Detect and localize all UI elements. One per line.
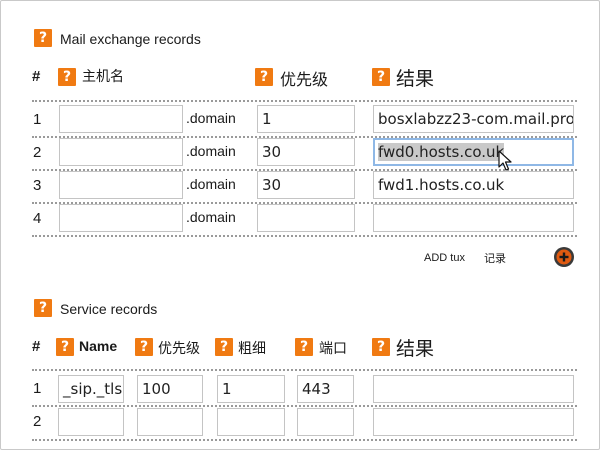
- domain-suffix: .domain: [186, 110, 236, 126]
- mx-row-number: 2: [33, 144, 42, 161]
- mx-host-input[interactable]: [59, 204, 183, 232]
- mx-col-hash: #: [32, 68, 41, 85]
- srv-weight-input[interactable]: 1: [217, 375, 285, 403]
- srv-priority-input[interactable]: [137, 408, 203, 436]
- mx-priority-input[interactable]: [257, 204, 355, 232]
- help-icon[interactable]: ?: [372, 68, 390, 86]
- srv-priority-input[interactable]: 100: [137, 375, 203, 403]
- domain-suffix: .domain: [186, 176, 236, 192]
- mx-result-input-focused[interactable]: fwd0.hosts.co.uk: [373, 138, 574, 166]
- add-record-label-cn: 记录: [484, 253, 506, 265]
- row-separator: [32, 439, 577, 441]
- row-separator: [32, 235, 577, 237]
- help-icon[interactable]: ?: [34, 299, 52, 317]
- row-separator: [32, 100, 577, 102]
- srv-port-input[interactable]: 443: [297, 375, 354, 403]
- help-icon[interactable]: ?: [215, 338, 233, 356]
- mx-result-input[interactable]: [373, 204, 574, 232]
- mx-row-number: 1: [33, 111, 42, 128]
- mx-host-input[interactable]: [59, 138, 183, 166]
- mx-col-host: 主机名: [82, 68, 124, 84]
- mx-row-number: 4: [33, 210, 42, 227]
- help-icon[interactable]: ?: [295, 338, 313, 356]
- domain-suffix: .domain: [186, 209, 236, 225]
- mx-result-input[interactable]: bosxlabzz23-com.mail.pro: [373, 105, 574, 133]
- mx-priority-input[interactable]: 30: [257, 171, 355, 199]
- srv-col-name: Name: [79, 338, 118, 354]
- help-icon[interactable]: ?: [56, 338, 74, 356]
- mx-result-input[interactable]: fwd1.hosts.co.uk: [373, 171, 574, 199]
- help-icon[interactable]: ?: [135, 338, 153, 356]
- srv-result-input[interactable]: [373, 408, 574, 436]
- add-circle-icon[interactable]: [553, 246, 575, 268]
- srv-section-title: Service records: [60, 301, 158, 317]
- mouse-pointer-icon: [498, 150, 512, 171]
- help-icon[interactable]: ?: [34, 29, 52, 47]
- mx-priority-input[interactable]: 1: [257, 105, 355, 133]
- mx-col-result: 结果: [396, 69, 435, 90]
- help-icon[interactable]: ?: [58, 68, 76, 86]
- selected-text: fwd0.hosts.co.uk: [378, 143, 505, 161]
- mx-priority-input[interactable]: 30: [257, 138, 355, 166]
- srv-port-input[interactable]: [297, 408, 354, 436]
- srv-col-priority: 优先级: [158, 340, 200, 356]
- row-separator: [32, 405, 577, 407]
- srv-row-number: 2: [33, 413, 42, 430]
- mx-col-priority: 优先级: [280, 72, 329, 89]
- domain-suffix: .domain: [186, 143, 236, 159]
- srv-name-input[interactable]: [58, 408, 124, 436]
- srv-col-weight: 粗细: [238, 340, 266, 356]
- srv-row-number: 1: [33, 380, 42, 397]
- srv-col-result: 结果: [396, 339, 435, 360]
- help-icon[interactable]: ?: [255, 68, 273, 86]
- srv-weight-input[interactable]: [217, 408, 285, 436]
- mx-host-input[interactable]: [59, 105, 183, 133]
- mx-row-number: 3: [33, 177, 42, 194]
- mx-section-title: Mail exchange records: [60, 31, 201, 47]
- srv-result-input[interactable]: [373, 375, 574, 403]
- srv-col-hash: #: [32, 338, 41, 355]
- help-icon[interactable]: ?: [372, 338, 390, 356]
- srv-col-port: 端口: [319, 340, 347, 356]
- mx-host-input[interactable]: [59, 171, 183, 199]
- add-record-label: ADD tux: [424, 252, 465, 264]
- row-separator: [32, 369, 577, 371]
- srv-name-input[interactable]: _sip._tls: [58, 375, 124, 403]
